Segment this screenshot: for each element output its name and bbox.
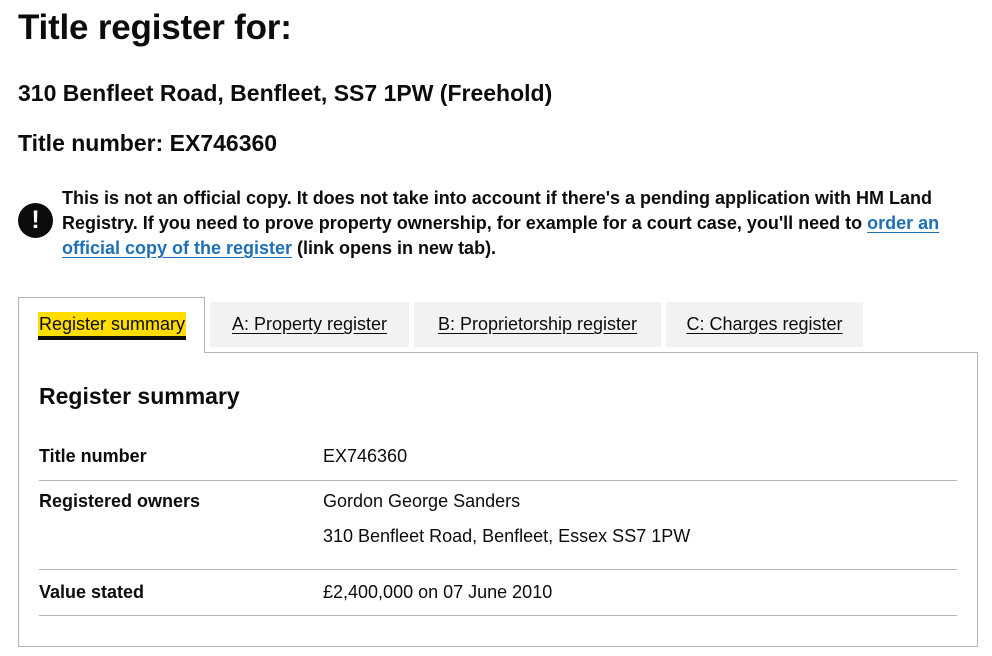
warning-icon: ! (18, 203, 53, 238)
tab-label: A: Property register (231, 314, 388, 334)
page-title: Title register for: (18, 8, 292, 47)
tab-label: C: Charges register (686, 314, 843, 334)
panel-heading: Register summary (39, 383, 240, 409)
row-key: Title number (39, 446, 147, 466)
tab-charges-register[interactable]: C: Charges register (666, 302, 863, 347)
warning-text-after: (link opens in new tab). (292, 238, 497, 258)
tab-label: Register summary (38, 312, 187, 336)
title-number-heading: Title number: EX746360 (18, 130, 278, 156)
row-value: £2,400,000 on 07 June 2010 (323, 582, 553, 602)
warning-text-before: This is not an official copy. It does no… (62, 188, 933, 233)
register-summary-panel: Register summary Title number EX746360 R… (18, 352, 978, 647)
row-key: Registered owners (39, 491, 201, 511)
tab-label: B: Proprietorship register (437, 314, 638, 334)
warning-text: This is not an official copy. It does no… (62, 186, 942, 261)
owner-address: 310 Benfleet Road, Benfleet, Essex SS7 1… (323, 526, 691, 546)
property-address: 310 Benfleet Road, Benfleet, SS7 1PW (Fr… (18, 80, 553, 106)
register-tabs: Register summary A: Property register B:… (18, 297, 978, 647)
summary-row-registered-owners: Registered owners Gordon George Sanders … (39, 481, 957, 570)
summary-row-title-number: Title number EX746360 (39, 441, 957, 481)
tab-property-register[interactable]: A: Property register (210, 302, 409, 347)
owner-name: Gordon George Sanders (323, 491, 521, 511)
tab-proprietorship-register[interactable]: B: Proprietorship register (414, 302, 661, 347)
row-value: EX746360 (323, 446, 408, 466)
summary-row-value-stated: Value stated £2,400,000 on 07 June 2010 (39, 570, 957, 616)
row-key: Value stated (39, 582, 145, 602)
tab-register-summary[interactable]: Register summary (18, 297, 205, 353)
